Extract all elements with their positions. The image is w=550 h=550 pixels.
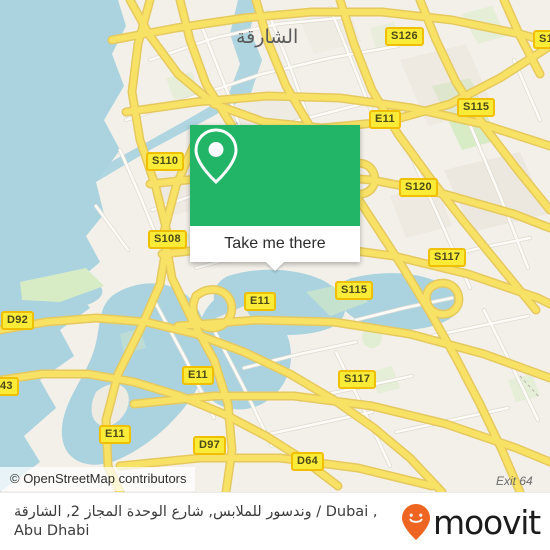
location-popup-card[interactable]: Take me there (190, 125, 360, 271)
moovit-brand[interactable]: moovit (401, 503, 550, 542)
bottom-info-bar: وندسور للملابس, شارع الوحدة المجاز 2, ال… (0, 492, 550, 550)
place-name-line-1: وندسور للملابس, شارع الوحدة المجاز 2, ال… (14, 504, 378, 520)
road-shield-e11: E11 (99, 425, 131, 444)
road-shield-d64: D64 (291, 452, 325, 471)
road-shield-s120: S120 (399, 178, 438, 197)
road-shield-43: 43 (0, 377, 19, 396)
road-shield-s115: S115 (457, 98, 496, 117)
take-me-there-label: Take me there (224, 235, 326, 252)
map-pin-icon (194, 128, 238, 185)
road-shield-s1: S1 (533, 30, 550, 49)
moovit-pin-logo-icon (402, 504, 431, 540)
map-city-label: الشارقة (236, 26, 299, 48)
road-shield-s126: S126 (385, 27, 424, 46)
moovit-wordmark: moovit (433, 502, 541, 542)
road-shield-d97: D97 (193, 436, 227, 455)
road-shield-s117: S117 (428, 248, 467, 267)
screenshot-root: .w { fill:#aad3df; } .pk { fill:#d7ecc5;… (0, 0, 550, 550)
road-shield-s115: S115 (335, 281, 374, 300)
road-shield-s108: S108 (148, 230, 187, 249)
map-exit-label: Exit 64 (496, 474, 533, 488)
road-shield-d92: D92 (1, 311, 35, 330)
map-canvas[interactable]: .w { fill:#aad3df; } .pk { fill:#d7ecc5;… (0, 0, 550, 492)
card-footer[interactable]: Take me there (190, 226, 360, 271)
card-pointer-triangle (266, 262, 284, 271)
road-shield-e11: E11 (182, 366, 214, 385)
place-name-block: وندسور للملابس, شارع الوحدة المجاز 2, ال… (0, 503, 401, 541)
road-shield-s110: S110 (146, 152, 185, 171)
road-shield-s117: S117 (338, 370, 377, 389)
card-header (190, 125, 360, 226)
place-name-line-2: Abu Dhabi (14, 523, 90, 539)
osm-attribution[interactable]: © OpenStreetMap contributors (0, 467, 195, 491)
road-shield-e11: E11 (369, 110, 401, 129)
road-shield-e11: E11 (244, 292, 276, 311)
